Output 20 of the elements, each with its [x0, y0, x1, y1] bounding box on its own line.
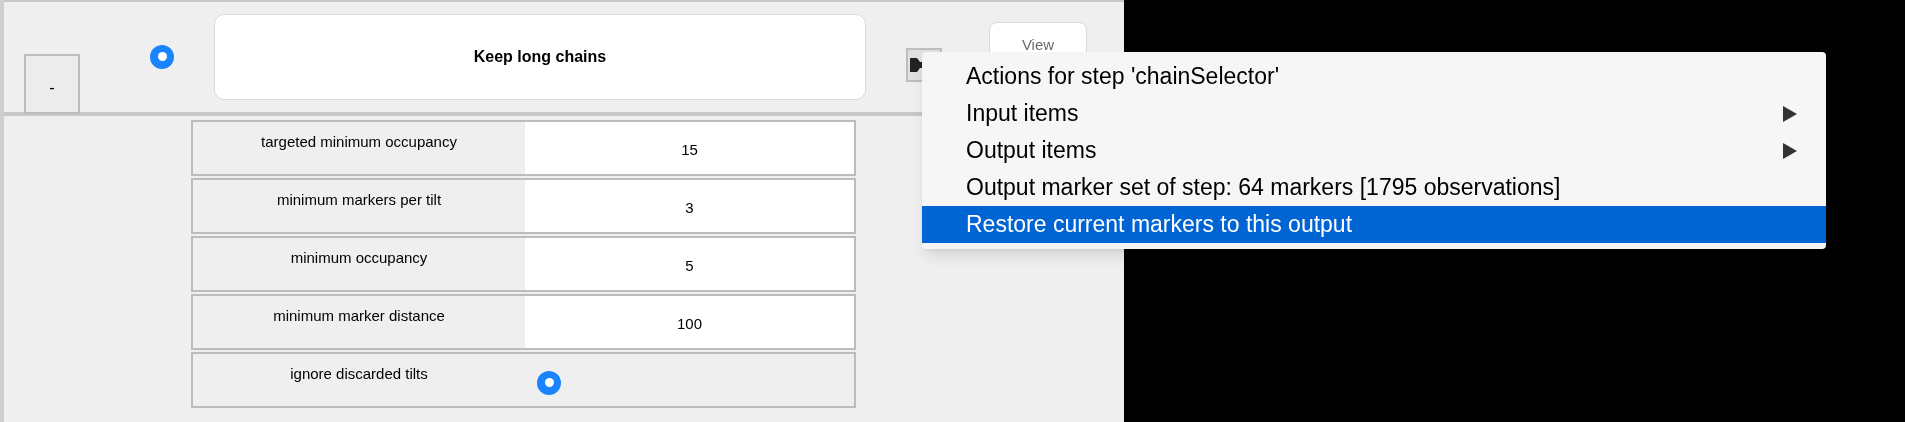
parameter-label: minimum markers per tilt: [275, 190, 443, 210]
parameter-label: minimum marker distance: [272, 306, 446, 326]
parameter-label: ignore discarded tilts: [289, 364, 429, 384]
parameter-field[interactable]: 15: [525, 122, 854, 174]
menu-item[interactable]: Output items: [922, 132, 1826, 169]
submenu-arrow-icon: [1782, 104, 1798, 123]
menu-item[interactable]: Input items: [922, 95, 1826, 132]
parameter-field[interactable]: 3: [525, 180, 854, 232]
parameter-field[interactable]: 100: [525, 296, 854, 348]
menu-item[interactable]: Actions for step 'chainSelector': [922, 58, 1826, 95]
step-name-button[interactable]: Keep long chains: [214, 14, 866, 100]
collapse-button[interactable]: -: [24, 54, 80, 114]
parameter-field[interactable]: 5: [525, 238, 854, 290]
radio-button[interactable]: [150, 44, 174, 69]
parameter-label: targeted minimum occupancy: [260, 132, 458, 152]
parameter-label: minimum occupancy: [289, 248, 429, 268]
submenu-arrow-icon: [1782, 141, 1798, 160]
menu-item[interactable]: Restore current markers to this output: [922, 206, 1826, 243]
menu-item[interactable]: Output marker set of step: 64 markers [1795 observations]: [922, 169, 1826, 206]
radio-button[interactable]: [537, 370, 561, 395]
